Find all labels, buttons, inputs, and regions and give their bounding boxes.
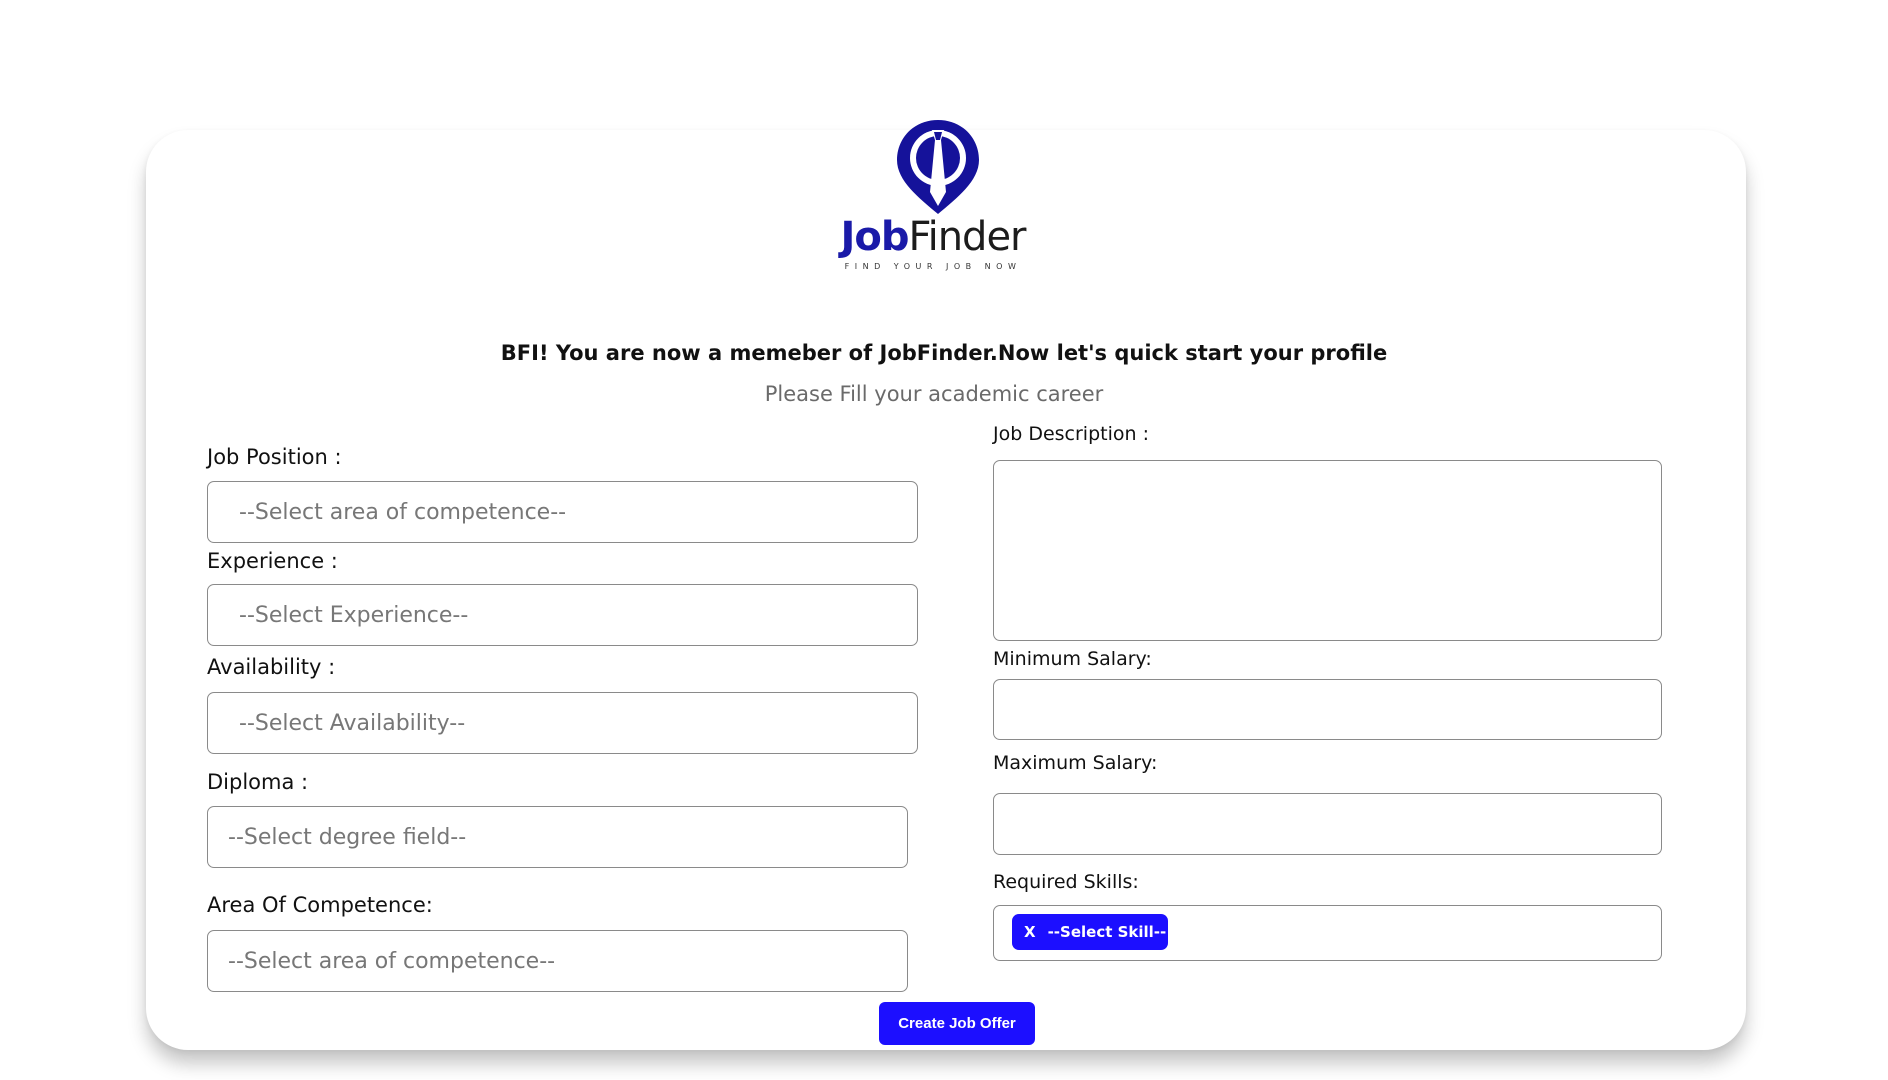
- experience-select[interactable]: --Select Experience--: [207, 584, 918, 646]
- skill-chip[interactable]: X --Select Skill--: [1012, 914, 1168, 950]
- diploma-value: --Select degree field--: [228, 824, 467, 850]
- skill-chip-label: --Select Skill--: [1047, 923, 1167, 941]
- job-position-select[interactable]: --Select area of competence--: [207, 481, 918, 543]
- chip-remove-icon[interactable]: X: [1024, 923, 1036, 941]
- brand-wordmark: JobFinder: [833, 214, 1033, 260]
- brand-tagline: FIND YOUR JOB NOW: [844, 262, 1022, 271]
- maximum-salary-label: Maximum Salary:: [993, 752, 1158, 774]
- job-description-label: Job Description :: [993, 423, 1149, 445]
- availability-select[interactable]: --Select Availability--: [207, 692, 918, 754]
- job-position-value: --Select area of competence--: [239, 499, 567, 525]
- availability-label: Availability :: [207, 655, 336, 679]
- area-of-competence-select[interactable]: --Select area of competence--: [207, 930, 908, 992]
- area-of-competence-label: Area Of Competence:: [207, 893, 433, 917]
- availability-value: --Select Availability--: [239, 710, 466, 736]
- job-description-textarea[interactable]: [993, 460, 1662, 641]
- brand-name-job: Job: [840, 214, 909, 260]
- welcome-headline: BFI! You are now a memeber of JobFinder.…: [500, 341, 1388, 365]
- brand-name-finder: Finder: [908, 214, 1026, 260]
- map-pin-tie-icon: [897, 120, 979, 214]
- create-job-offer-button[interactable]: Create Job Offer: [879, 1002, 1035, 1045]
- maximum-salary-input[interactable]: [993, 793, 1662, 855]
- area-of-competence-value: --Select area of competence--: [228, 948, 556, 974]
- welcome-subheadline: Please Fill your academic career: [764, 382, 1104, 406]
- minimum-salary-label: Minimum Salary:: [993, 648, 1152, 670]
- minimum-salary-input[interactable]: [993, 679, 1662, 740]
- diploma-select[interactable]: --Select degree field--: [207, 806, 908, 868]
- experience-label: Experience :: [207, 549, 338, 573]
- jobfinder-logo: JobFinder FIND YOUR JOB NOW: [833, 116, 1043, 276]
- required-skills-label: Required Skills:: [993, 871, 1139, 893]
- diploma-label: Diploma :: [207, 770, 309, 794]
- job-position-label: Job Position :: [207, 445, 342, 469]
- experience-value: --Select Experience--: [239, 602, 469, 628]
